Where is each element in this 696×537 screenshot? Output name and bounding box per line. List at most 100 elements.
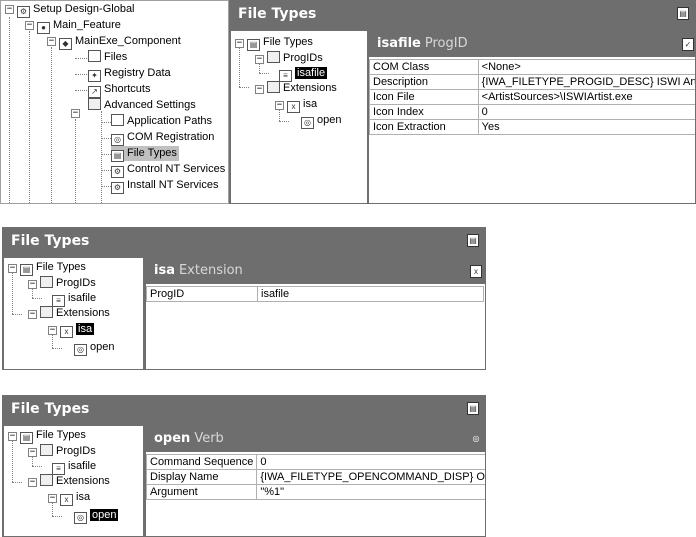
tree-item-com-registration[interactable]: ◎ COM Registration <box>111 130 214 146</box>
verb-icon: ◎ <box>301 117 314 129</box>
subtree-extensions[interactable]: Extensions <box>267 81 337 96</box>
extension-icon: x <box>60 326 73 338</box>
file-types-view: File Types ▤ − ▤ File Types − ProgIDs ≡ is… <box>229 0 696 204</box>
property-grid: COM Class <None> Description {IWA_FILETYPE_… <box>369 59 695 135</box>
collapse-toggle[interactable]: − <box>25 21 34 30</box>
com-icon: ◎ <box>111 134 124 146</box>
tree-item-setup-design[interactable]: ⚙ Setup Design-Global <box>17 2 135 18</box>
subtree-isafile[interactable]: ≡ isafile <box>279 66 328 82</box>
property-row[interactable]: Description {IWA_FILETYPE_PROGID_DESC} IS… <box>369 74 695 90</box>
subtree-open[interactable]: ◎ open <box>301 113 341 129</box>
service-icon: ⚙ <box>111 166 124 178</box>
subtree-open[interactable]: ◎ open <box>74 340 114 356</box>
mid-panel: File Types ▤ − ▤ File Types − ProgIDs ≡ is… <box>2 227 486 370</box>
verb-icon: ◎ <box>74 344 87 356</box>
collapse-toggle[interactable]: − <box>28 310 37 319</box>
tree-item-control-nt-services[interactable]: ⚙ Control NT Services <box>111 162 225 178</box>
bot-panel: File Types ▤ − ▤ File Types − ProgIDs ≡ is… <box>2 395 486 537</box>
property-value[interactable]: 0 <box>256 454 485 470</box>
property-name: Command Sequence <box>146 454 258 470</box>
property-grid: Command Sequence 0 Display Name {IWA_FILETY… <box>146 454 485 500</box>
subtree-isa[interactable]: x isa <box>287 97 317 113</box>
detail-pane: open Verb ◎ Command Sequence 0 Display Name… <box>146 426 485 536</box>
shortcut-icon: ↗ <box>88 86 101 98</box>
collapse-toggle[interactable]: − <box>28 478 37 487</box>
property-row[interactable]: Display Name {IWA_FILETYPE_OPENCOMMAND_DI… <box>146 469 485 485</box>
subtree-extensions[interactable]: Extensions <box>40 306 110 321</box>
tree-item-advanced-settings[interactable]: Advanced Settings <box>88 98 196 113</box>
collapse-toggle[interactable]: − <box>5 5 14 14</box>
property-value[interactable]: Yes <box>477 119 695 135</box>
subtree-extensions[interactable]: Extensions <box>40 474 110 489</box>
view-title: File Types <box>230 1 695 27</box>
extension-icon: x <box>470 265 482 278</box>
file-types-icon: ▤ <box>677 7 689 20</box>
tree-item-main-feature[interactable]: ● Main_Feature <box>37 18 121 34</box>
file-icon <box>88 50 101 62</box>
folder-icon <box>88 98 101 110</box>
folder-icon <box>40 444 53 456</box>
detail-pane: isa Extension x ProgID isafile <box>146 258 485 369</box>
collapse-toggle[interactable]: − <box>255 85 264 94</box>
file-types-subtree: − ▤ File Types − ProgIDs ≡ isafile − Exten… <box>4 258 143 369</box>
component-icon: ◆ <box>59 38 72 50</box>
tree-item-application-paths[interactable]: Application Paths <box>111 114 212 129</box>
subtree-isa[interactable]: x isa <box>60 490 90 506</box>
property-value[interactable]: {IWA_FILETYPE_OPENCOMMAND_DISP} Ope <box>256 469 485 485</box>
check-icon: ✓ <box>682 38 694 51</box>
project-tree: − ⚙ Setup Design-Global − ● Main_Feature −… <box>0 0 229 204</box>
tree-item-install-nt-services[interactable]: ⚙ Install NT Services <box>111 178 219 194</box>
tree-item-files[interactable]: Files <box>88 50 127 65</box>
property-name: Argument <box>146 484 258 500</box>
property-row[interactable]: Command Sequence 0 <box>146 454 485 470</box>
property-name: Description <box>369 74 479 90</box>
property-row[interactable]: ProgID isafile <box>146 286 484 302</box>
property-name: Display Name <box>146 469 258 485</box>
detail-header: isa Extension <box>146 258 485 284</box>
property-value[interactable]: {IWA_FILETYPE_PROGID_DESC} ISWI Artis <box>477 74 695 90</box>
tree-item-registry-data[interactable]: ✦ Registry Data <box>88 66 171 82</box>
property-value[interactable]: <ArtistSources>\ISWIArtist.exe <box>477 89 695 105</box>
property-row[interactable]: COM Class <None> <box>369 59 695 75</box>
top-panel: − ⚙ Setup Design-Global − ● Main_Feature −… <box>0 0 696 204</box>
registry-icon: ✦ <box>88 70 101 82</box>
property-row[interactable]: Argument "%1" <box>146 484 485 500</box>
tree-item-shortcuts[interactable]: ↗ Shortcuts <box>88 82 150 98</box>
file-types-subtree: − ▤ File Types − ProgIDs ≡ isafile − Exten… <box>231 31 367 203</box>
property-name: COM Class <box>369 59 479 75</box>
detail-header: open Verb <box>146 426 485 452</box>
folder-icon <box>267 81 280 93</box>
file-types-subtree: − ▤ File Types − ProgIDs ≡ isafile − Exten… <box>4 426 143 536</box>
property-value[interactable]: isafile <box>257 286 484 302</box>
subtree-open[interactable]: ◎ open <box>74 508 119 524</box>
tree-item-file-types[interactable]: ▤ File Types <box>111 146 179 162</box>
collapse-toggle[interactable]: − <box>47 37 56 46</box>
subtree-root-file-types[interactable]: ▤ File Types <box>247 35 313 51</box>
property-value[interactable]: <None> <box>477 59 695 75</box>
view-title: File Types <box>3 228 485 254</box>
feature-icon: ● <box>37 22 50 34</box>
subtree-progids[interactable]: ProgIDs <box>267 51 323 66</box>
file-types-icon: ▤ <box>20 264 33 276</box>
property-value[interactable]: 0 <box>477 104 695 120</box>
extension-icon: x <box>287 101 300 113</box>
subtree-isafile[interactable]: ≡ isafile <box>52 459 96 475</box>
subtree-isa[interactable]: x isa <box>60 322 95 338</box>
subtree-progids[interactable]: ProgIDs <box>40 444 96 459</box>
subtree-root-file-types[interactable]: ▤ File Types <box>20 428 86 444</box>
verb-icon: ◎ <box>472 434 480 443</box>
property-grid: ProgID isafile <box>146 286 484 302</box>
subtree-root-file-types[interactable]: ▤ File Types <box>20 260 86 276</box>
tree-item-component[interactable]: ◆ MainExe_Component <box>59 34 181 50</box>
property-row[interactable]: Icon File <ArtistSources>\ISWIArtist.exe <box>369 89 695 105</box>
subtree-isafile[interactable]: ≡ isafile <box>52 291 96 307</box>
property-name: Icon Index <box>369 104 479 120</box>
property-row[interactable]: Icon Index 0 <box>369 104 695 120</box>
property-name: Icon File <box>369 89 479 105</box>
collapse-toggle[interactable]: − <box>71 109 80 118</box>
subtree-progids[interactable]: ProgIDs <box>40 276 96 291</box>
verb-icon: ◎ <box>74 512 87 524</box>
property-name: ProgID <box>146 286 258 302</box>
property-row[interactable]: Icon Extraction Yes <box>369 119 695 135</box>
property-value[interactable]: "%1" <box>256 484 485 500</box>
